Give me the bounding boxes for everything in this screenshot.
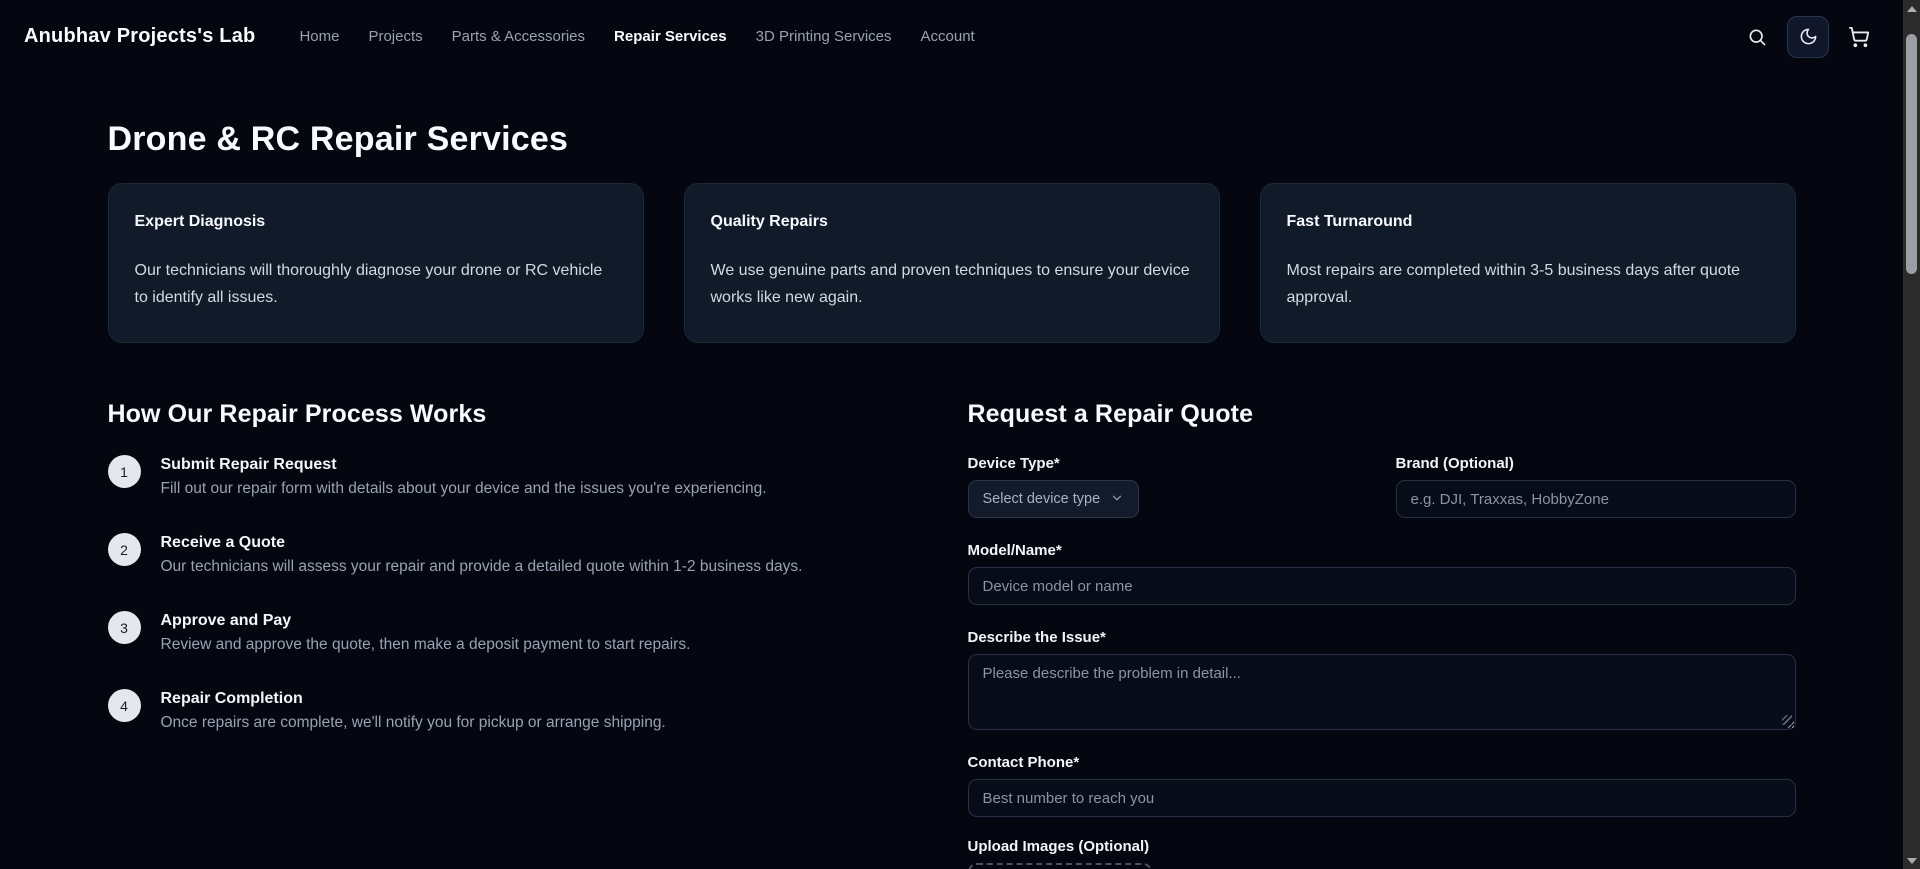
phone-label: Contact Phone* xyxy=(967,754,1080,771)
step-number-badge: 3 xyxy=(107,611,141,644)
scrollbar-up-arrow[interactable] xyxy=(1903,0,1920,17)
feature-card-description: We use genuine parts and proven techniqu… xyxy=(710,262,1190,306)
brand-group: Brand (Optional) xyxy=(1395,455,1796,518)
nav-link-repair-services[interactable]: Repair Services xyxy=(614,28,727,45)
step-title: Repair Completion xyxy=(160,690,303,707)
nav-link-3d-printing[interactable]: 3D Printing Services xyxy=(756,28,892,45)
step-body: Approve and Pay Review and approve the q… xyxy=(161,611,691,654)
step-number-badge: 1 xyxy=(107,455,141,488)
device-type-selected-value: Select device type xyxy=(982,491,1101,507)
page-title: Drone & RC Repair Services xyxy=(107,120,569,158)
step-title: Approve and Pay xyxy=(160,612,292,629)
step-body: Repair Completion Once repairs are compl… xyxy=(161,689,666,732)
brand-label: Brand (Optional) xyxy=(1395,455,1514,472)
page: Anubhav Projects's Lab Home Projects Par… xyxy=(0,0,1903,869)
form-row-device-brand: Device Type* Select device type Brand (O… xyxy=(967,455,1796,542)
phone-group: Contact Phone* xyxy=(967,754,1796,817)
cart-button[interactable] xyxy=(1841,19,1877,55)
feature-card-description: Our technicians will thoroughly diagnose… xyxy=(134,262,603,306)
theme-toggle-button[interactable] xyxy=(1787,15,1829,58)
nav-item-account: Account xyxy=(921,28,975,46)
feature-card-expert-diagnosis: Expert Diagnosis Our technicians will th… xyxy=(107,183,644,343)
process-and-form-section: How Our Repair Process Works 1 Submit Re… xyxy=(107,400,1796,869)
step-number-badge: 2 xyxy=(107,533,141,566)
search-icon xyxy=(1747,27,1767,47)
chevron-down-icon xyxy=(1110,491,1124,509)
model-label: Model/Name* xyxy=(967,542,1062,559)
device-type-label: Device Type* xyxy=(967,455,1060,472)
step-description: Our technicians will assess your repair … xyxy=(160,558,803,575)
step-description: Fill out our repair form with details ab… xyxy=(160,480,767,497)
step-title: Receive a Quote xyxy=(160,534,286,551)
scrollbar-down-arrow[interactable] xyxy=(1903,852,1920,869)
feature-card-title: Expert Diagnosis xyxy=(134,213,266,230)
process-step-2: 2 Receive a Quote Our technicians will a… xyxy=(107,533,868,576)
moon-icon xyxy=(1799,27,1818,46)
triangle-up-icon xyxy=(1906,5,1917,12)
feature-card-description: Most repairs are completed within 3-5 bu… xyxy=(1286,262,1741,306)
device-type-select[interactable]: Select device type xyxy=(967,480,1140,518)
device-type-group: Device Type* Select device type xyxy=(967,455,1368,518)
model-input[interactable] xyxy=(967,567,1796,605)
brand-input[interactable] xyxy=(1395,480,1796,518)
feature-card-title: Fast Turnaround xyxy=(1286,213,1413,230)
step-title: Submit Repair Request xyxy=(160,456,337,473)
app-viewport: Anubhav Projects's Lab Home Projects Par… xyxy=(0,0,1920,869)
process-step-3: 3 Approve and Pay Review and approve the… xyxy=(107,611,868,654)
nav-link-projects[interactable]: Projects xyxy=(368,28,422,45)
upload-label: Upload Images (Optional) xyxy=(967,838,1150,855)
site-brand[interactable]: Anubhav Projects's Lab xyxy=(24,25,255,48)
nav-link-parts-accessories[interactable]: Parts & Accessories xyxy=(452,28,585,45)
upload-dropzone[interactable] xyxy=(967,863,1152,869)
vertical-scrollbar[interactable] xyxy=(1903,0,1920,869)
step-description: Once repairs are complete, we'll notify … xyxy=(160,714,666,731)
nav-item-parts-accessories: Parts & Accessories xyxy=(452,28,585,46)
nav-link-account[interactable]: Account xyxy=(921,28,975,45)
repair-process: How Our Repair Process Works 1 Submit Re… xyxy=(107,400,868,767)
step-body: Receive a Quote Our technicians will ass… xyxy=(161,533,803,576)
scrollbar-thumb[interactable] xyxy=(1906,34,1917,274)
cart-icon xyxy=(1848,26,1870,48)
nav-item-home: Home xyxy=(299,28,339,46)
step-number-badge: 4 xyxy=(107,689,141,722)
search-button[interactable] xyxy=(1739,19,1775,55)
triangle-down-icon xyxy=(1906,857,1917,864)
step-description: Review and approve the quote, then make … xyxy=(160,636,691,653)
main-content: Drone & RC Repair Services Expert Diagno… xyxy=(107,120,1796,869)
issue-group: Describe the Issue* xyxy=(967,629,1796,730)
issue-label: Describe the Issue* xyxy=(967,629,1106,646)
navbar: Anubhav Projects's Lab Home Projects Par… xyxy=(0,0,1903,73)
repair-quote-form: Request a Repair Quote Device Type* Sele… xyxy=(967,400,1796,869)
nav-link-home[interactable]: Home xyxy=(299,28,339,45)
phone-input[interactable] xyxy=(967,779,1796,817)
process-step-1: 1 Submit Repair Request Fill out our rep… xyxy=(107,455,868,498)
upload-group: Upload Images (Optional) xyxy=(967,838,1796,869)
model-group: Model/Name* xyxy=(967,542,1796,605)
nav-links: Home Projects Parts & Accessories Repair… xyxy=(299,28,974,46)
nav-actions xyxy=(1739,15,1877,58)
nav-item-projects: Projects xyxy=(368,28,422,46)
process-step-4: 4 Repair Completion Once repairs are com… xyxy=(107,689,868,732)
nav-item-repair-services: Repair Services xyxy=(614,28,727,46)
feature-card-fast-turnaround: Fast Turnaround Most repairs are complet… xyxy=(1259,183,1796,343)
issue-textarea-wrap xyxy=(967,654,1796,730)
feature-cards: Expert Diagnosis Our technicians will th… xyxy=(107,183,1796,343)
process-heading: How Our Repair Process Works xyxy=(107,400,487,428)
nav-item-3d-printing: 3D Printing Services xyxy=(756,28,892,46)
step-body: Submit Repair Request Fill out our repai… xyxy=(161,455,767,498)
quote-form-heading: Request a Repair Quote xyxy=(967,400,1254,428)
issue-textarea[interactable] xyxy=(967,654,1796,730)
feature-card-title: Quality Repairs xyxy=(710,213,828,230)
feature-card-quality-repairs: Quality Repairs We use genuine parts and… xyxy=(683,183,1220,343)
